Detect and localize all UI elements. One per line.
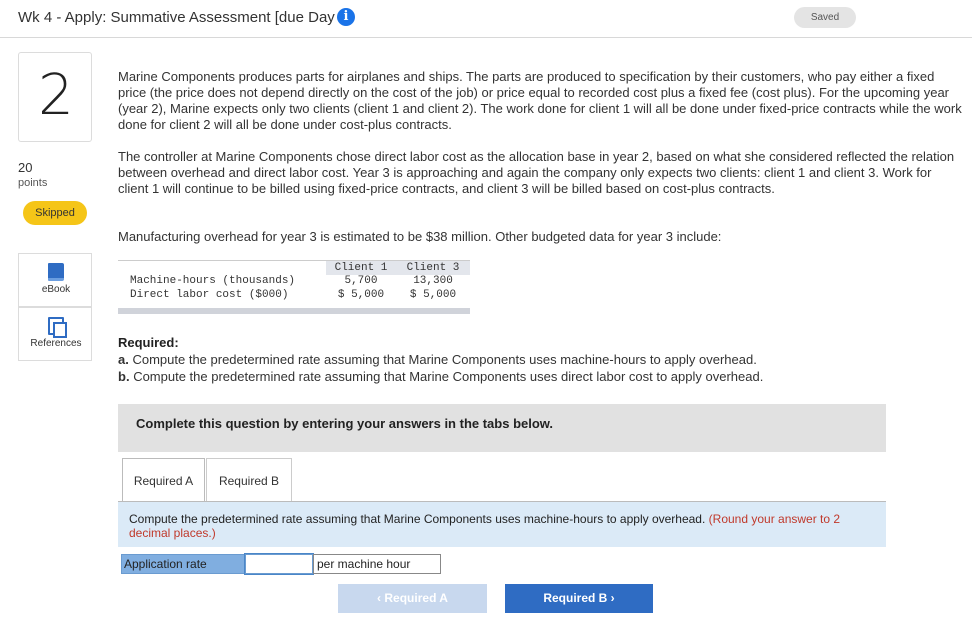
application-rate-label: Application rate	[121, 554, 245, 574]
references-button[interactable]: References	[18, 307, 92, 361]
row-label: Direct labor cost ($000)	[130, 289, 289, 301]
row-label: Machine-hours (thousands)	[130, 275, 296, 287]
question-number-box: 2	[18, 52, 92, 142]
question-paragraph-1: Marine Components produces parts for air…	[118, 69, 962, 132]
required-item-a: a. Compute the predetermined rate assumi…	[118, 352, 757, 367]
points-label: points	[18, 177, 48, 189]
question-paragraph-3: Manufacturing overhead for year 3 is est…	[118, 229, 722, 244]
question-paragraph-2: The controller at Marine Components chos…	[118, 149, 955, 196]
points-value: 20	[18, 160, 33, 175]
ebook-label: eBook	[41, 284, 71, 295]
references-label: References	[30, 338, 82, 349]
top-bar: Wk 4 - Apply: Summative Assessment [due …	[0, 0, 972, 38]
saved-status-badge: Saved	[794, 7, 856, 28]
cell-value: $ 5,000	[409, 289, 457, 301]
cell-value: 13,300	[413, 275, 453, 287]
next-tab-button[interactable]: Required B ›	[505, 584, 653, 613]
table-header-client-3: Client 3	[406, 262, 460, 274]
status-badge: Skipped	[23, 201, 87, 225]
table-row: Direct labor cost ($000) $ 5,000 $ 5,000	[118, 288, 470, 302]
table-row: Machine-hours (thousands) 5,700 13,300	[118, 274, 470, 288]
table-footer-bar	[118, 308, 470, 314]
tab-required-a[interactable]: Required A	[122, 458, 205, 502]
application-rate-input[interactable]	[244, 553, 314, 575]
book-icon	[48, 263, 64, 281]
budget-data-table: Client 1 Client 3 Machine-hours (thousan…	[118, 260, 470, 314]
table-header-client-1: Client 1	[334, 262, 388, 274]
required-item-b: b. Compute the predetermined rate assumi…	[118, 369, 764, 384]
table-header-row: Client 1 Client 3	[118, 260, 470, 275]
application-rate-unit: per machine hour	[313, 554, 441, 574]
tab-required-b[interactable]: Required B	[206, 458, 292, 502]
instruction-banner: Complete this question by entering your …	[118, 404, 886, 452]
cell-value: $ 5,000	[337, 289, 385, 301]
tab-prompt-text: Compute the predetermined rate assuming …	[129, 512, 841, 540]
references-icon	[48, 317, 67, 338]
question-number: 2	[38, 63, 74, 128]
assignment-title: Wk 4 - Apply: Summative Assessment [due …	[18, 9, 352, 26]
required-heading: Required:	[118, 335, 179, 350]
info-icon[interactable]: i	[337, 8, 355, 26]
tab-prompt-panel: Compute the predetermined rate assuming …	[118, 502, 886, 547]
instruction-text: Complete this question by entering your …	[136, 416, 554, 431]
cell-value: 5,700	[344, 275, 378, 287]
ebook-button[interactable]: eBook	[18, 253, 92, 307]
prev-tab-button[interactable]: ‹ Required A	[338, 584, 487, 613]
